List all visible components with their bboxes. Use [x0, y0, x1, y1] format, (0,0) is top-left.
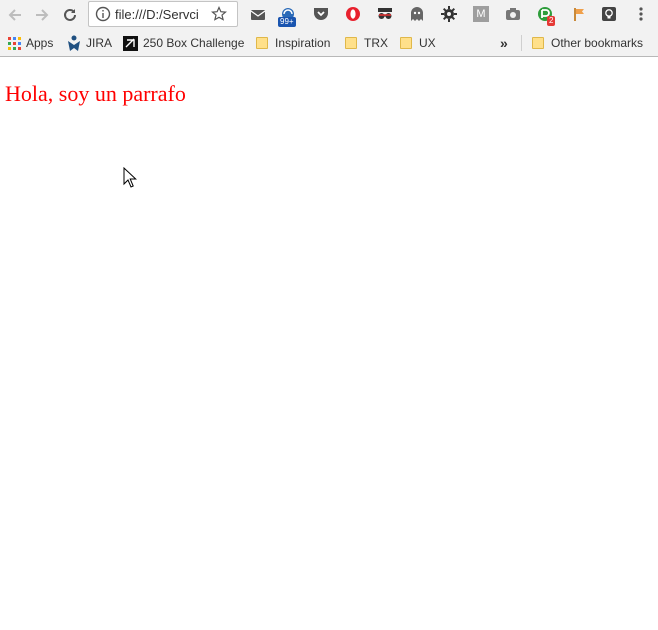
other-bookmarks[interactable]: Other bookmarks — [532, 30, 643, 56]
address-bar[interactable]: file:///D:/Servci — [88, 1, 238, 27]
bookmark-trx[interactable]: TRX — [345, 30, 388, 56]
browser-toolbar: file:///D:/Servci 99+ M 2 — [0, 0, 658, 30]
camera-icon[interactable] — [503, 4, 523, 24]
mouse-cursor-icon — [123, 167, 137, 188]
reload-button[interactable] — [57, 2, 83, 28]
bookmark-250-box-challenge[interactable]: 250 Box Challenge — [123, 30, 244, 56]
bookmark-ux[interactable]: UX — [400, 30, 436, 56]
menu-kebab-icon[interactable] — [631, 4, 651, 24]
page-paragraph: Hola, soy un parrafo — [5, 81, 186, 106]
page-content: Hola, soy un parrafo — [0, 57, 658, 630]
box-challenge-icon — [123, 35, 138, 51]
bookmarks-overflow-button[interactable]: » — [500, 30, 508, 56]
folder-icon — [532, 37, 544, 49]
bookmarks-bar: Apps JIRA 250 Box Challenge Inspiration … — [0, 30, 658, 57]
green-extension-icon[interactable]: 2 — [535, 4, 556, 26]
reload-icon — [64, 8, 76, 21]
signpost-icon[interactable] — [568, 4, 588, 24]
bookmark-apps[interactable]: Apps — [8, 30, 53, 56]
address-text[interactable]: file:///D:/Servci — [115, 7, 209, 22]
apps-grid-icon — [8, 36, 21, 50]
arrow-left-icon — [8, 9, 21, 21]
arrow-right-icon — [36, 9, 49, 21]
lightbulb-icon[interactable] — [599, 4, 619, 24]
opera-icon[interactable] — [343, 4, 363, 24]
back-button[interactable] — [2, 2, 28, 28]
bookmarks-divider — [521, 35, 522, 51]
m-extension-icon[interactable]: M — [471, 4, 491, 24]
bookmark-inspiration[interactable]: Inspiration — [256, 30, 330, 56]
folder-icon — [345, 37, 357, 49]
folder-icon — [400, 37, 412, 49]
forward-button[interactable] — [29, 2, 55, 28]
mail-extension-icon[interactable] — [248, 4, 268, 24]
bookmark-star-icon[interactable] — [211, 6, 227, 22]
ghost-icon[interactable] — [407, 4, 427, 24]
notification-badge: 99+ — [278, 17, 296, 27]
incognito-icon[interactable] — [375, 4, 395, 24]
pocket-icon[interactable] — [311, 4, 331, 24]
green-extension-badge: 2 — [547, 16, 556, 26]
bookmark-jira[interactable]: JIRA — [67, 30, 112, 56]
notifications-extension-icon[interactable]: 99+ — [278, 4, 298, 27]
jira-icon — [68, 35, 80, 51]
info-icon[interactable] — [95, 6, 111, 22]
gear-icon[interactable] — [439, 4, 459, 24]
folder-icon — [256, 37, 268, 49]
